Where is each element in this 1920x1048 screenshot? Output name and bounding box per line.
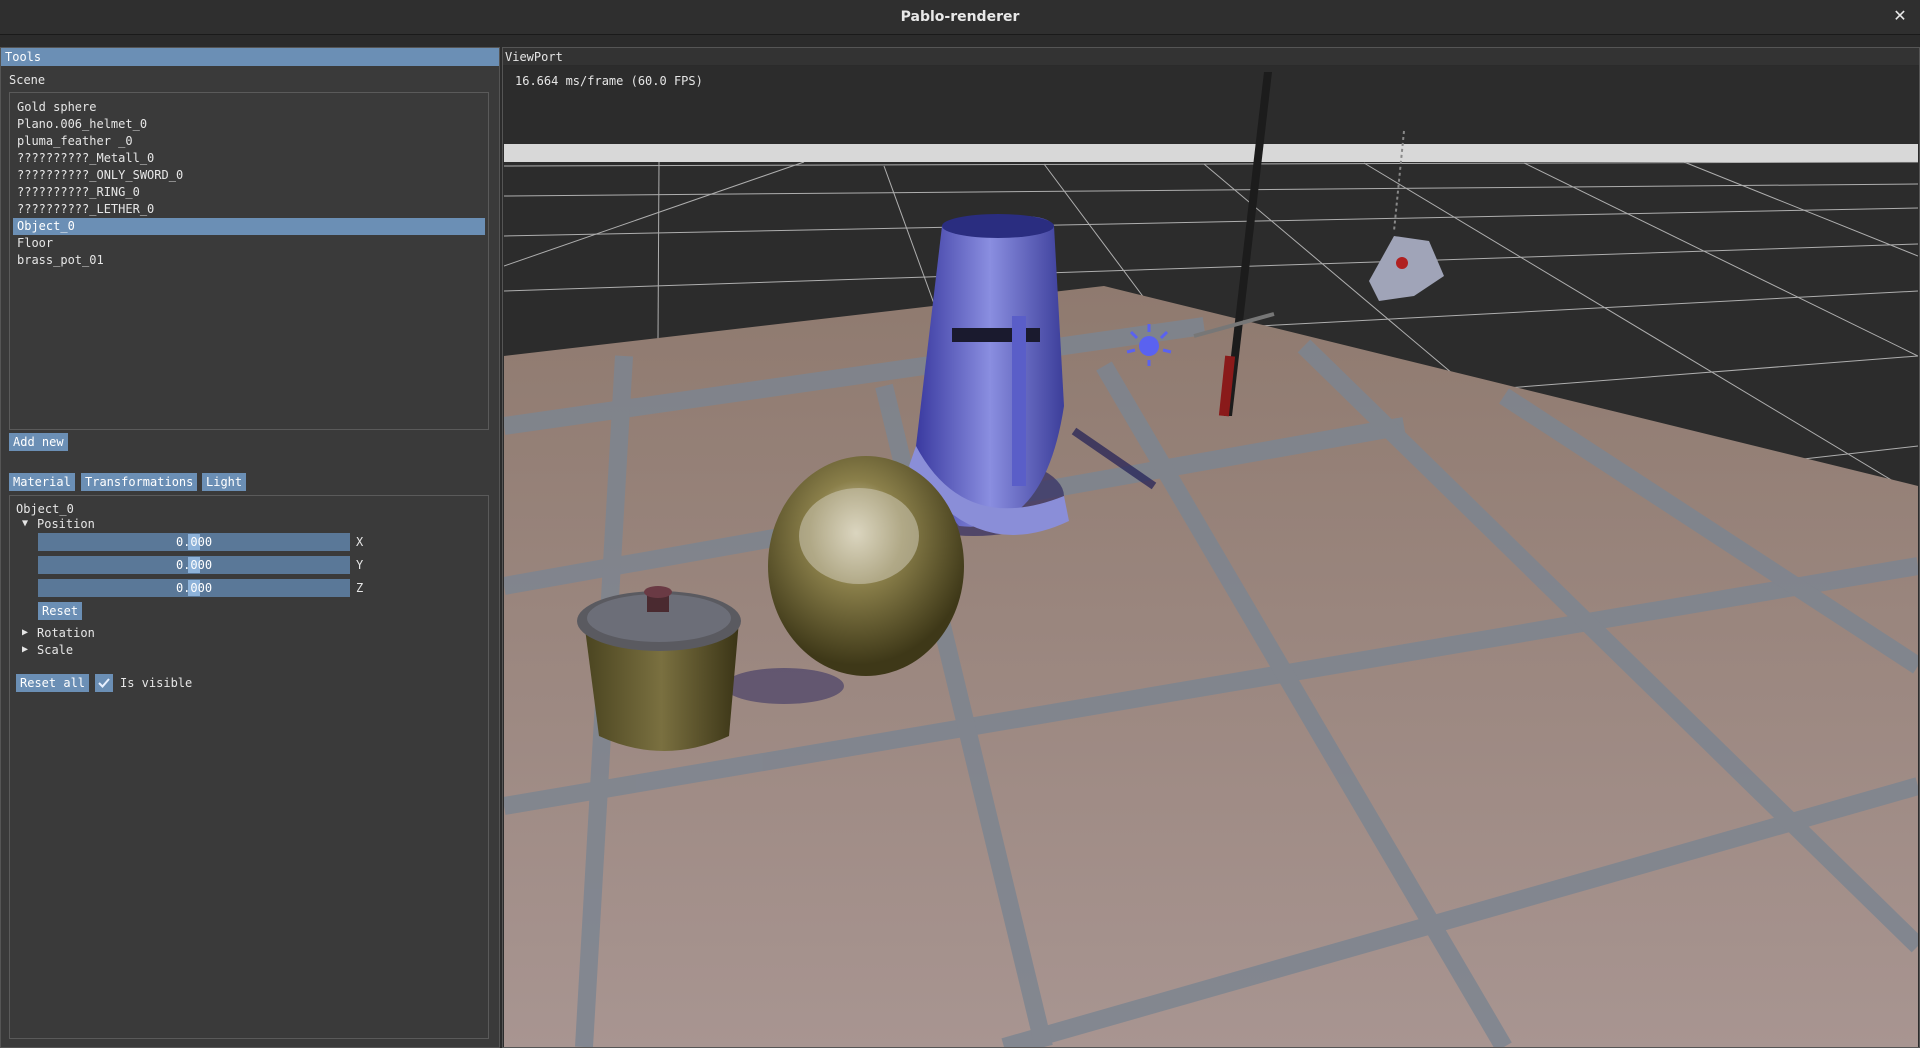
list-item[interactable]: Gold sphere [13, 99, 485, 116]
position-header[interactable]: Position [37, 517, 95, 531]
position-x-value: 0.000 [175, 535, 213, 549]
list-item[interactable]: ??????????_LETHER_0 [13, 201, 485, 218]
triangle-down-icon[interactable]: ▼ [22, 518, 28, 529]
list-item[interactable]: Floor [13, 235, 485, 252]
object-name: Object_0 [16, 502, 74, 516]
position-z-value: 0.000 [175, 581, 213, 595]
brass-pot [577, 586, 741, 751]
list-item[interactable]: ??????????_Metall_0 [13, 150, 485, 167]
viewport-header[interactable]: ViewPort [503, 48, 1919, 65]
close-icon[interactable]: ✕ [1890, 6, 1910, 26]
window-title: Pablo-renderer [900, 9, 1020, 25]
rotation-header[interactable]: Rotation [37, 626, 95, 640]
list-item-selected[interactable]: Object_0 [13, 218, 485, 235]
viewport-canvas[interactable] [504, 66, 1918, 1047]
sphere-shadow [724, 668, 844, 704]
sphere-reflection [799, 488, 919, 584]
scene-list[interactable]: Gold sphere Plano.006_helmet_0 pluma_fea… [9, 92, 489, 430]
viewport-panel: ViewPort 16.664 ms/frame (60.0 FPS) [502, 47, 1920, 1048]
checkmark-icon [98, 678, 110, 688]
triangle-right-icon[interactable]: ▶ [22, 644, 28, 655]
reset-all-button[interactable]: Reset all [16, 674, 90, 692]
is-visible-checkbox[interactable] [95, 674, 113, 692]
tools-panel: Tools Scene Gold sphere Plano.006_helmet… [0, 47, 500, 1048]
list-item[interactable]: ??????????_ONLY_SWORD_0 [13, 167, 485, 184]
axis-z-label: Z [356, 581, 364, 595]
axis-y-label: Y [356, 558, 364, 572]
fps-counter: 16.664 ms/frame (60.0 FPS) [515, 74, 703, 88]
tab-material[interactable]: Material [9, 473, 75, 491]
list-item[interactable]: brass_pot_01 [13, 252, 485, 269]
add-new-button[interactable]: Add new [9, 433, 68, 451]
position-y-slider[interactable]: 0.000 [38, 556, 350, 574]
list-item[interactable]: ??????????_RING_0 [13, 184, 485, 201]
scale-header[interactable]: Scale [37, 643, 73, 657]
position-x-slider[interactable]: 0.000 [38, 533, 350, 551]
reset-position-button[interactable]: Reset [38, 602, 83, 620]
position-z-slider[interactable]: 0.000 [38, 579, 350, 597]
is-visible-label: Is visible [120, 676, 193, 690]
axis-x-label: X [356, 535, 364, 549]
tools-panel-header[interactable]: Tools [1, 48, 499, 66]
list-item[interactable]: pluma_feather _0 [13, 133, 485, 150]
title-bar: Pablo-renderer ✕ [0, 0, 1920, 35]
tab-transformations[interactable]: Transformations [81, 473, 198, 491]
properties-panel: Object_0 ▼ Position 0.000 X 0.000 Y 0.00… [9, 495, 489, 1039]
position-y-value: 0.000 [175, 558, 213, 572]
list-item[interactable]: Plano.006_helmet_0 [13, 116, 485, 133]
tab-light[interactable]: Light [202, 473, 247, 491]
scene-label: Scene [9, 73, 46, 87]
triangle-right-icon[interactable]: ▶ [22, 627, 28, 638]
horizon-grid-band [504, 144, 1918, 162]
